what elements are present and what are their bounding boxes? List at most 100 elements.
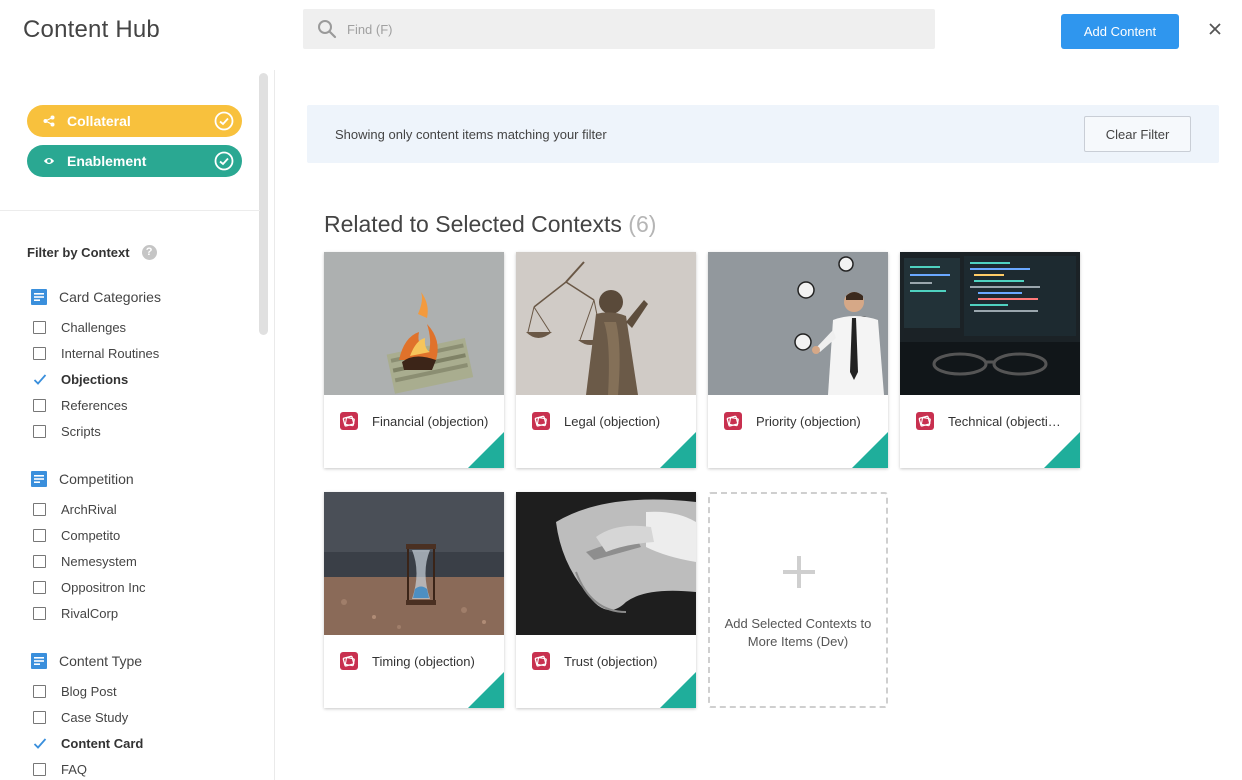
content-card-timing[interactable]: Timing (objection) (324, 492, 504, 708)
content-card-trust[interactable]: Trust (objection) (516, 492, 696, 708)
clear-filter-button[interactable]: Clear Filter (1084, 116, 1191, 152)
filter-heading-text: Filter by Context (27, 245, 130, 260)
content-card-icon (532, 652, 550, 670)
checkbox[interactable] (33, 398, 46, 412)
section-title-text: Related to Selected Contexts (324, 211, 622, 237)
content-card-legal[interactable]: Legal (objection) (516, 252, 696, 468)
share-icon (43, 115, 55, 127)
card-title: Financial (objection) (372, 413, 489, 429)
list-icon (31, 653, 47, 669)
card-corner-marker (852, 432, 888, 468)
option-label: Oppositron Inc (61, 579, 146, 595)
add-selected-contexts-card[interactable]: Add Selected Contexts to More Items (Dev… (708, 492, 888, 708)
hourglass-image (324, 492, 504, 635)
checkbox[interactable] (33, 554, 46, 568)
enablement-pill[interactable]: Enablement (27, 145, 242, 177)
filter-option-internal-routines[interactable]: Internal Routines (31, 340, 161, 366)
check-circle-icon (214, 151, 234, 171)
card-title: Technical (objection) (948, 413, 1066, 429)
option-label: ArchRival (61, 501, 117, 517)
filter-option-case-study[interactable]: Case Study (31, 704, 143, 730)
checkbox[interactable] (33, 424, 46, 438)
card-title: Legal (objection) (564, 413, 661, 429)
checkbox[interactable] (33, 320, 46, 334)
filter-option-oppositron-inc[interactable]: Oppositron Inc (31, 574, 146, 600)
option-label: Nemesystem (61, 553, 137, 569)
card-corner-marker (660, 432, 696, 468)
filter-option-faq[interactable]: FAQ (31, 756, 143, 780)
search-input[interactable] (347, 21, 907, 37)
burning-money-image (324, 252, 504, 395)
card-title: Timing (objection) (372, 653, 475, 669)
filter-banner: Showing only content items matching your… (307, 105, 1219, 163)
filter-option-rivalcorp[interactable]: RivalCorp (31, 600, 146, 626)
checkbox[interactable] (33, 346, 46, 360)
collateral-pill[interactable]: Collateral (27, 105, 242, 137)
filter-by-context-heading: Filter by Context ? (27, 245, 157, 260)
group-title-text: Competition (59, 471, 134, 487)
checkbox[interactable] (33, 684, 46, 698)
filter-option-objections[interactable]: Objections (31, 366, 161, 392)
add-card-text: Add Selected Contexts to More Items (Dev… (724, 616, 872, 649)
content-card-priority[interactable]: Priority (objection) (708, 252, 888, 468)
sidebar-divider (0, 210, 260, 211)
list-icon (31, 471, 47, 487)
justice-statue-image (516, 252, 696, 395)
sidebar-scrollbar[interactable] (259, 73, 268, 335)
option-label: Scripts (61, 423, 101, 439)
filter-option-nemesystem[interactable]: Nemesystem (31, 548, 146, 574)
filter-option-content-card[interactable]: Content Card (31, 730, 143, 756)
card-corner-marker (660, 672, 696, 708)
collateral-label: Collateral (67, 113, 131, 129)
search-icon (318, 20, 337, 39)
check-circle-icon (214, 111, 234, 131)
checkbox[interactable] (33, 710, 46, 724)
option-label: FAQ (61, 761, 88, 777)
search-bar[interactable] (303, 9, 935, 49)
card-label-row: Legal (objection) (532, 412, 682, 430)
group-title-text: Card Categories (59, 289, 161, 305)
checkbox[interactable] (33, 528, 46, 542)
option-label: Blog Post (61, 683, 117, 699)
option-label: RivalCorp (61, 605, 119, 621)
option-label: Content Card (61, 735, 144, 751)
content-card-icon (532, 412, 550, 430)
add-content-button[interactable]: Add Content (1061, 14, 1179, 49)
content-card-financial[interactable]: Financial (objection) (324, 252, 504, 468)
filter-option-competito[interactable]: Competito (31, 522, 146, 548)
content-card-icon (340, 652, 358, 670)
filter-option-references[interactable]: References (31, 392, 161, 418)
close-icon[interactable] (1206, 20, 1224, 38)
content-card-technical[interactable]: Technical (objection) (900, 252, 1080, 468)
option-label: Competito (61, 527, 121, 543)
checkmark-icon[interactable] (33, 737, 47, 750)
card-label-row: Timing (objection) (340, 652, 490, 670)
filter-option-challenges[interactable]: Challenges (31, 314, 161, 340)
eye-icon (43, 158, 55, 164)
card-corner-marker (468, 672, 504, 708)
option-label: Objections (61, 371, 129, 387)
banner-text: Showing only content items matching your… (335, 126, 607, 142)
group-title-text: Content Type (59, 653, 143, 669)
group-card-categories: Card Categories Challenges Internal Rout… (31, 287, 161, 444)
checkbox[interactable] (33, 606, 46, 620)
checkmark-icon[interactable] (33, 373, 47, 386)
filter-option-archrival[interactable]: ArchRival (31, 496, 146, 522)
filter-option-blog-post[interactable]: Blog Post (31, 678, 143, 704)
card-title: Trust (objection) (564, 653, 658, 669)
checkbox[interactable] (33, 502, 46, 516)
section-title: Related to Selected Contexts (6) (324, 211, 656, 238)
option-label: Challenges (61, 319, 127, 335)
help-icon[interactable]: ? (141, 245, 157, 260)
option-label: Case Study (61, 709, 129, 725)
filter-option-scripts[interactable]: Scripts (31, 418, 161, 444)
app-title: Content Hub (23, 16, 160, 43)
plus-icon (783, 556, 815, 588)
group-title: Competition (31, 469, 146, 489)
juggling-clocks-image (708, 252, 888, 395)
card-corner-marker (468, 432, 504, 468)
checkbox[interactable] (33, 580, 46, 594)
card-label-row: Priority (objection) (724, 412, 874, 430)
checkbox[interactable] (33, 762, 46, 776)
option-label: References (61, 397, 128, 413)
